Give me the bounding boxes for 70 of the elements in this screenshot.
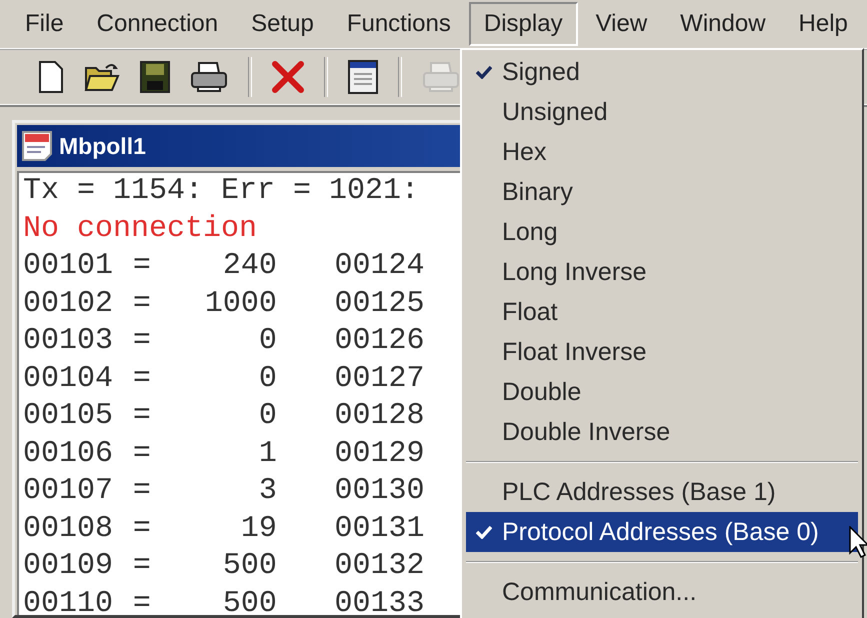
menu-option[interactable]: Communication... — [466, 572, 858, 612]
register-address: 00102 — [23, 286, 114, 322]
equals-sign: = — [132, 360, 152, 398]
menu-option[interactable]: PLC Addresses (Base 1) — [466, 472, 858, 512]
register-address: 00130 — [334, 473, 424, 510]
equals-sign: = — [132, 586, 152, 615]
menu-item[interactable]: Connection — [82, 2, 234, 46]
menu-item[interactable]: Window — [665, 2, 781, 46]
register-address: 00128 — [334, 398, 424, 435]
folder-icon[interactable] — [84, 62, 120, 92]
equals-sign: = — [132, 286, 152, 322]
register-address: 00107 — [23, 473, 114, 510]
menu-item[interactable]: View — [580, 2, 662, 46]
menu-option[interactable]: Protocol Addresses (Base 0) — [466, 512, 858, 552]
menu-item[interactable]: Help — [784, 2, 863, 46]
register-address: 00105 — [23, 398, 114, 435]
window-title: Mbpoll1 — [59, 132, 146, 160]
register-address: 00129 — [334, 436, 424, 472]
register-address: 00131 — [334, 510, 424, 548]
register-value: 0 — [258, 398, 277, 435]
menu-option[interactable]: Signed — [466, 52, 858, 92]
register-address: 00133 — [334, 586, 424, 615]
equals-sign: = — [132, 473, 152, 510]
equals-sign: = — [132, 548, 152, 585]
register-value: 1 — [258, 436, 277, 472]
new-file-icon[interactable] — [38, 60, 64, 94]
register-address: 00103 — [23, 323, 114, 360]
menu-option[interactable]: Long — [466, 212, 858, 252]
menu-option[interactable]: Float — [466, 292, 858, 332]
register-address: 00125 — [334, 286, 424, 322]
register-value: 1000 — [204, 286, 277, 322]
register-value: 19 — [240, 510, 277, 548]
status-text: Tx = 1154: Err = 1021: — [23, 173, 420, 210]
register-address: 00126 — [334, 323, 424, 360]
register-value: 0 — [258, 360, 277, 398]
menu-option[interactable]: Hex — [466, 132, 858, 172]
window-icon[interactable] — [348, 60, 378, 94]
equals-sign: = — [132, 436, 152, 472]
menu-item[interactable]: Functions — [332, 2, 466, 46]
register-address: 00109 — [23, 548, 114, 585]
equals-sign: = — [132, 323, 152, 360]
error-message: No connection — [23, 210, 258, 248]
delete-icon[interactable] — [272, 61, 304, 93]
register-address: 00110 — [23, 586, 114, 615]
register-address: 00108 — [23, 510, 114, 548]
menu-item[interactable]: Display — [468, 2, 578, 46]
menu-option[interactable]: Double Inverse — [466, 412, 858, 452]
register-address: 00101 — [23, 248, 114, 285]
menu-item[interactable]: Setup — [236, 2, 329, 46]
register-address: 00104 — [23, 360, 114, 398]
menu-option[interactable]: Binary — [466, 172, 858, 212]
equals-sign: = — [132, 248, 152, 285]
register-value: 500 — [222, 586, 277, 615]
menu-option[interactable]: Double — [466, 372, 858, 412]
register-value: 500 — [222, 548, 277, 585]
register-value: 3 — [258, 473, 277, 510]
menu-option[interactable]: Float Inverse — [466, 332, 858, 372]
register-address: 00132 — [334, 548, 424, 585]
menu-option[interactable]: Unsigned — [466, 92, 858, 132]
equals-sign: = — [132, 510, 152, 548]
menu-option[interactable]: Long Inverse — [466, 252, 858, 292]
equals-sign: = — [132, 398, 152, 435]
register-address: 00124 — [334, 248, 424, 285]
register-address: 00127 — [334, 360, 424, 398]
register-value: 0 — [258, 323, 277, 360]
printer-icon[interactable] — [190, 61, 228, 93]
register-address: 00106 — [23, 436, 114, 472]
register-value: 240 — [222, 248, 277, 285]
app-icon — [21, 130, 55, 162]
menu-item[interactable]: File — [10, 2, 79, 46]
